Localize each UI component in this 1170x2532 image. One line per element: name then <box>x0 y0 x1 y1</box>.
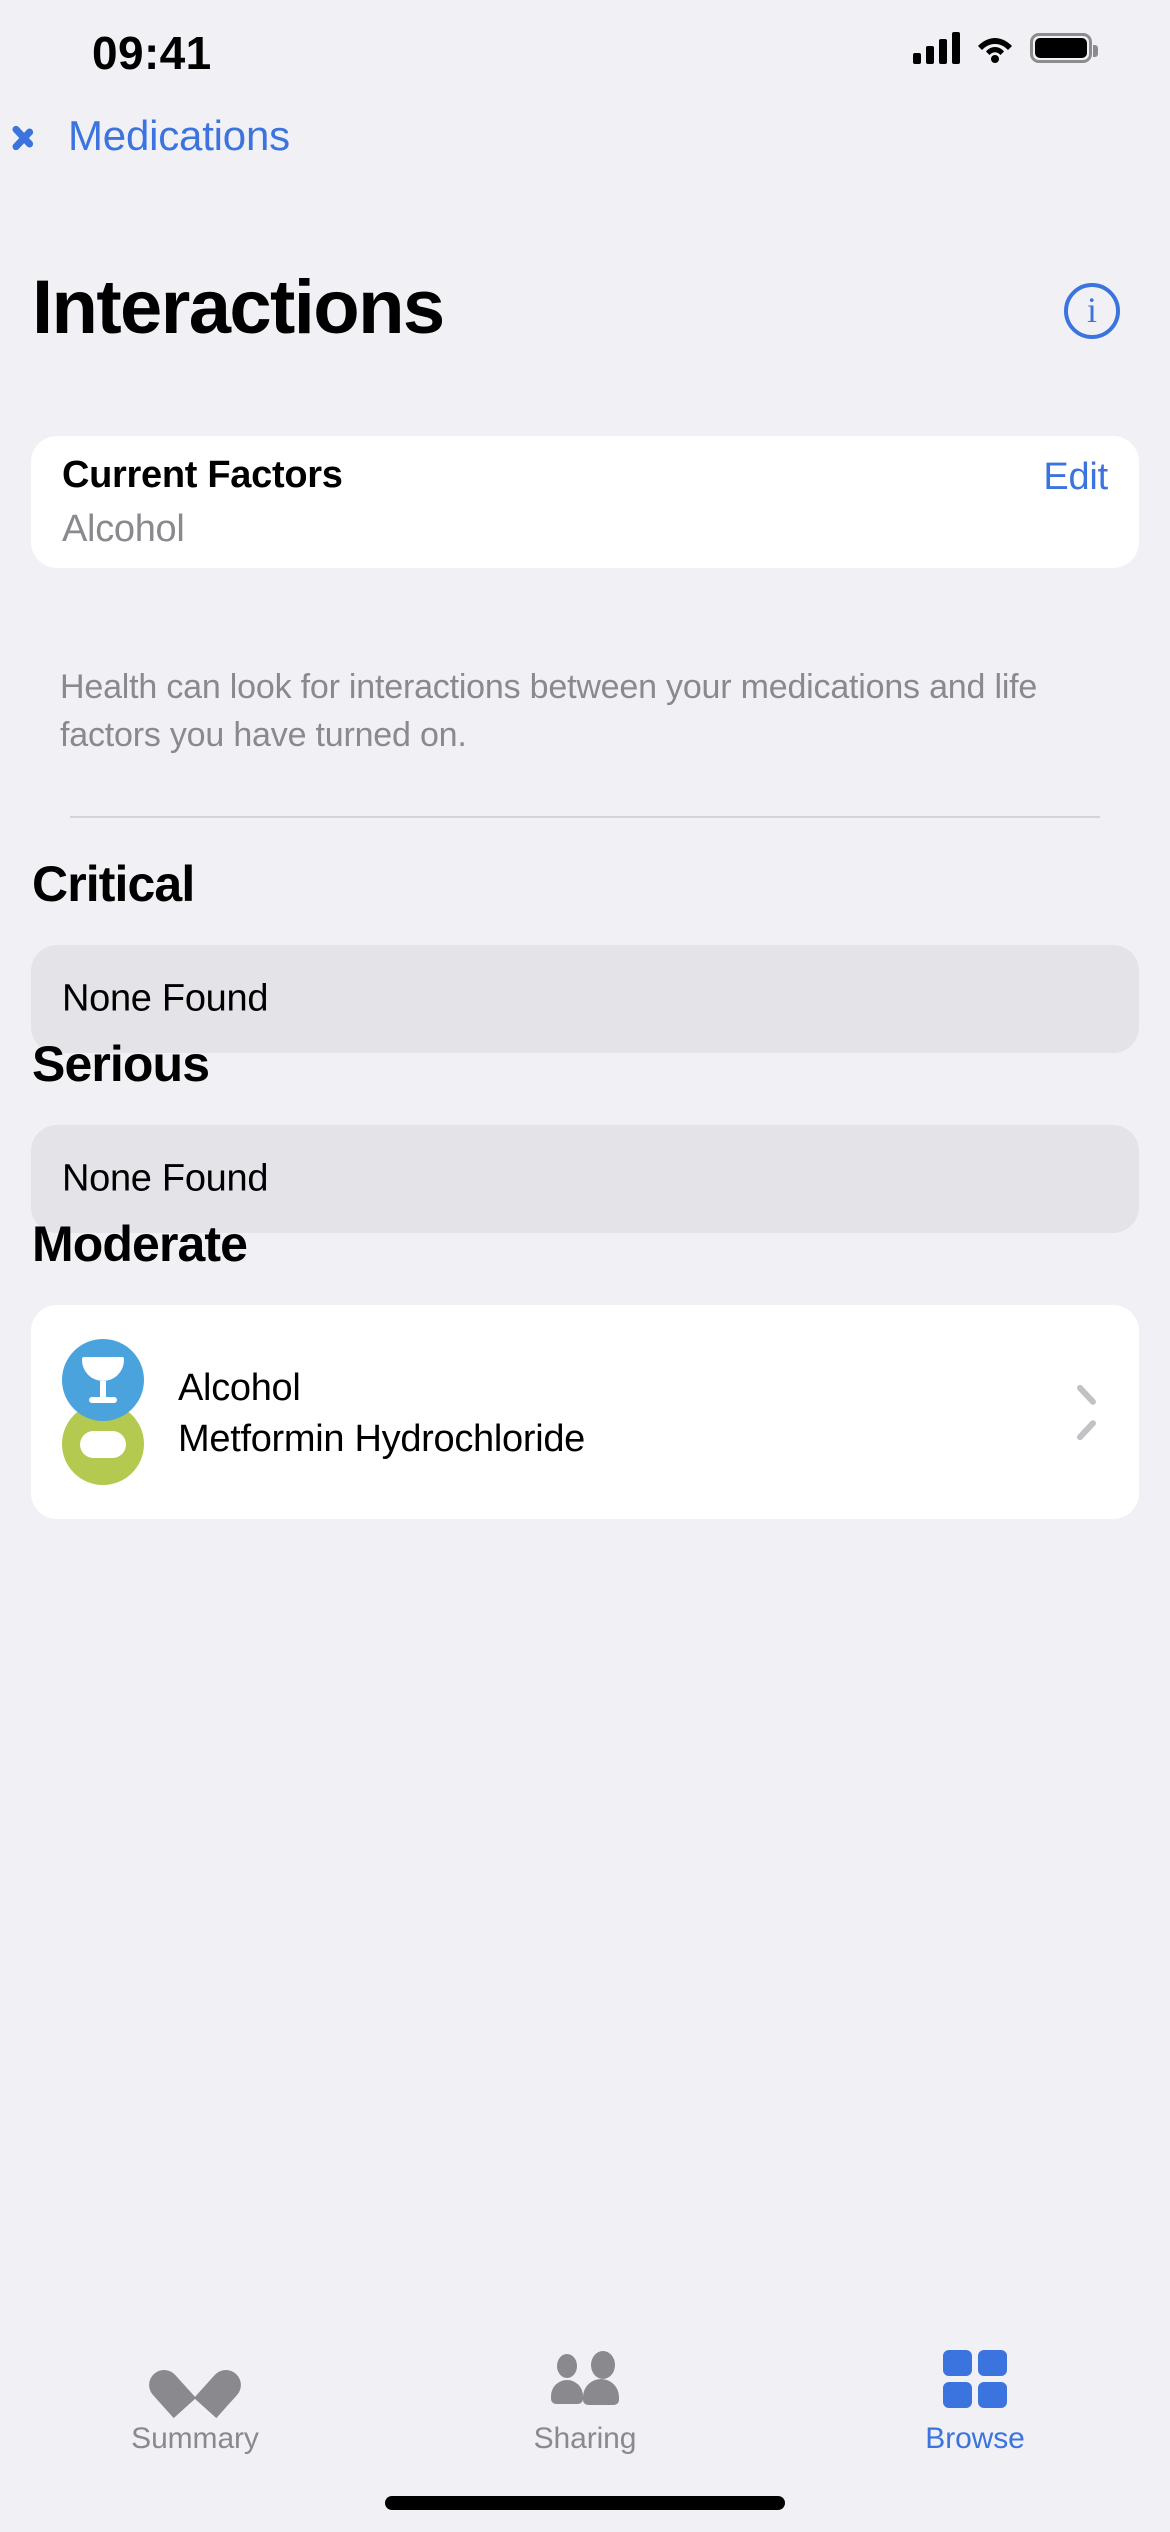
home-indicator <box>385 2496 785 2510</box>
grid-icon <box>943 2348 1007 2410</box>
people-icon <box>551 2348 619 2410</box>
interaction-icons <box>62 1339 144 1485</box>
chevron-right-icon <box>1075 1392 1097 1432</box>
battery-icon <box>1030 33 1098 63</box>
status-time: 09:41 <box>92 27 212 79</box>
status-indicators <box>913 32 1098 64</box>
edit-button[interactable]: Edit <box>1043 456 1108 499</box>
tab-browse[interactable]: Browse <box>780 2348 1170 2456</box>
signal-bars-icon <box>913 32 960 64</box>
tab-bar: Summary Sharing Browse <box>0 2322 1170 2532</box>
current-factors-value: Alcohol <box>62 508 185 550</box>
status-bar: 09:41 <box>0 0 1170 100</box>
page-title: Interactions <box>32 265 445 350</box>
tab-browse-label: Browse <box>925 2422 1025 2455</box>
tab-sharing-label: Sharing <box>533 2422 637 2455</box>
title-row: Interactions i <box>0 265 1170 375</box>
tab-sharing[interactable]: Sharing <box>390 2348 780 2456</box>
chevron-left-icon <box>28 114 54 158</box>
tab-summary-label: Summary <box>131 2422 259 2455</box>
section-heading-moderate: Moderate <box>32 1216 248 1272</box>
wine-glass-icon <box>62 1339 144 1421</box>
serious-empty-label: None Found <box>62 1157 269 1200</box>
current-factors-title: Current Factors <box>62 454 343 496</box>
moderate-interaction-row[interactable]: Alcohol Metformin Hydrochloride <box>31 1305 1139 1519</box>
footnote-text: Health can look for interactions between… <box>60 668 1038 754</box>
tab-summary[interactable]: Summary <box>0 2348 390 2456</box>
info-glyph: i <box>1086 290 1097 330</box>
section-heading-serious: Serious <box>32 1036 210 1092</box>
section-divider <box>70 816 1100 818</box>
section-heading-critical: Critical <box>32 856 195 912</box>
back-button[interactable]: Medications <box>28 112 290 160</box>
wifi-icon <box>976 33 1014 63</box>
current-factors-card: Current Factors Alcohol Edit <box>31 436 1139 568</box>
critical-empty-label: None Found <box>62 977 269 1020</box>
app-screen: 09:41 Medications Interactions i Current… <box>0 0 1170 2532</box>
back-button-label: Medications <box>68 112 290 159</box>
interaction-item-medication: Metformin Hydrochloride <box>178 1418 586 1460</box>
navigation-bar: Medications <box>0 100 1170 180</box>
heart-icon <box>166 2348 224 2410</box>
interaction-item-alcohol: Alcohol <box>178 1367 301 1409</box>
info-circle-icon[interactable]: i <box>1064 283 1120 339</box>
